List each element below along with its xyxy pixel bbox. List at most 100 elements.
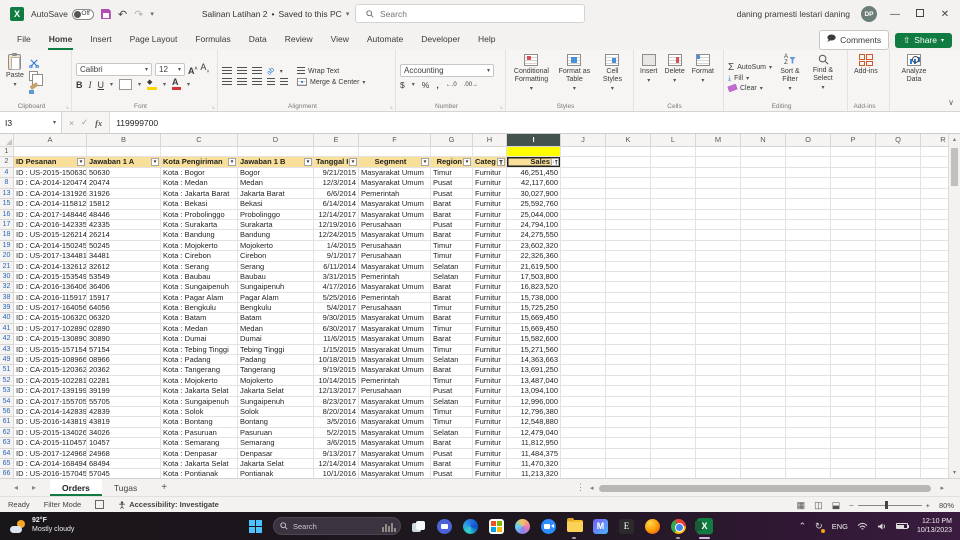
sheet-tab-tugas[interactable]: Tugas — [102, 479, 149, 496]
cell[interactable]: Medan — [238, 178, 314, 189]
cell[interactable] — [161, 147, 238, 157]
cell[interactable] — [921, 230, 948, 241]
cell[interactable]: 55705 — [87, 396, 161, 407]
tab-view[interactable]: View — [322, 28, 358, 50]
filter-dropdown-icon[interactable]: ▾ — [304, 158, 312, 166]
cell[interactable] — [696, 271, 741, 283]
column-header-O[interactable]: O — [786, 134, 831, 147]
cell[interactable] — [876, 469, 921, 478]
cell[interactable] — [786, 219, 831, 231]
cell[interactable]: Pusat — [431, 469, 473, 478]
cell[interactable] — [786, 396, 831, 407]
cell[interactable] — [876, 157, 921, 168]
cell[interactable] — [651, 438, 696, 449]
tab-scrollbar-splitter-icon[interactable]: ⋮ — [576, 482, 585, 493]
cell[interactable]: 32612 — [87, 261, 161, 272]
cell[interactable]: ID : US-2016-143819 — [14, 417, 87, 428]
cell[interactable]: ID : CA-2017-139199 — [14, 386, 87, 397]
font-size-select[interactable]: 12 ▾ — [155, 63, 185, 76]
cell[interactable]: 12,796,380 — [507, 406, 561, 418]
cell[interactable]: 12/19/2016 — [314, 219, 359, 231]
cell[interactable]: Masyarakat Umum — [359, 313, 431, 324]
wifi-icon[interactable] — [857, 522, 868, 531]
scroll-down-icon[interactable]: ▾ — [949, 469, 960, 476]
cell[interactable] — [651, 292, 696, 304]
cell[interactable] — [831, 292, 876, 304]
cell[interactable] — [921, 189, 948, 200]
cell[interactable]: Barat — [431, 365, 473, 376]
cell[interactable]: Kota : Sungaipenuh — [161, 396, 238, 407]
cell[interactable]: Perusahaan — [359, 240, 431, 252]
cell[interactable] — [831, 438, 876, 449]
cell[interactable]: Masyarakat Umum — [359, 448, 431, 459]
tab-data[interactable]: Data — [240, 28, 276, 50]
cell[interactable] — [786, 230, 831, 241]
horizontal-scroll-thumb[interactable] — [598, 484, 932, 492]
cell[interactable] — [741, 355, 786, 366]
copilot-button[interactable] — [514, 518, 531, 535]
cell[interactable] — [831, 178, 876, 189]
cell[interactable] — [921, 178, 948, 189]
cell[interactable]: Padang — [238, 355, 314, 366]
cell[interactable]: Furnitur — [473, 303, 507, 314]
cell[interactable]: 02281 — [87, 375, 161, 387]
cell[interactable]: 48446 — [87, 209, 161, 220]
cell[interactable] — [921, 428, 948, 439]
cell[interactable]: Barat — [431, 209, 473, 220]
cell[interactable]: ID : US-2015-150630 — [14, 168, 87, 179]
cell[interactable]: Perusahaan — [359, 303, 431, 314]
cell[interactable]: 11/6/2015 — [314, 334, 359, 345]
cell[interactable]: ID : US-2017-102890 — [14, 323, 87, 335]
cell[interactable]: Pontianak — [238, 469, 314, 478]
cell[interactable] — [921, 355, 948, 366]
chat-button[interactable] — [436, 518, 453, 535]
cell[interactable] — [651, 469, 696, 478]
cell[interactable]: Timur — [431, 406, 473, 418]
cell[interactable]: Masyarakat Umum — [359, 417, 431, 428]
cell[interactable] — [876, 292, 921, 304]
number-format-select[interactable]: Accounting ▾ — [400, 63, 494, 77]
cell[interactable]: Kota : Medan — [161, 323, 238, 335]
cell[interactable]: 68494 — [87, 458, 161, 470]
cell[interactable] — [921, 469, 948, 478]
cell[interactable] — [651, 313, 696, 324]
cell[interactable]: Barat — [431, 438, 473, 449]
cell[interactable]: Timur — [431, 240, 473, 252]
cell[interactable]: 1/15/2015 — [314, 344, 359, 356]
cell[interactable]: Solok — [238, 406, 314, 418]
cell[interactable]: Furnitur — [473, 251, 507, 262]
cell[interactable]: 31926 — [87, 188, 161, 200]
align-right-icon[interactable] — [252, 78, 262, 86]
row-header-18[interactable]: 18 — [0, 230, 14, 241]
cell[interactable]: Selatan — [431, 271, 473, 283]
cell[interactable] — [741, 188, 786, 200]
table-header-E[interactable]: Tanggal Kir▾ — [314, 157, 359, 168]
cell[interactable] — [741, 469, 786, 478]
cell[interactable]: Perusahaan — [359, 386, 431, 397]
cell[interactable] — [786, 271, 831, 283]
cell[interactable]: Masyarakat Umum — [359, 458, 431, 470]
cell[interactable]: Kota : Pasuruan — [161, 427, 238, 439]
cell[interactable] — [921, 241, 948, 252]
cell[interactable]: Furnitur — [473, 188, 507, 200]
zoom-in-icon[interactable]: + — [926, 501, 930, 510]
cell[interactable] — [741, 157, 786, 168]
cell[interactable]: 39199 — [87, 386, 161, 397]
cell[interactable] — [786, 458, 831, 470]
column-header-I[interactable]: I — [507, 134, 561, 147]
cell[interactable] — [741, 303, 786, 314]
comments-button[interactable]: 🗩 Comments — [818, 30, 890, 50]
cell[interactable]: Kota : Semarang — [161, 438, 238, 449]
cell[interactable]: 23,602,320 — [507, 240, 561, 252]
cell[interactable]: 6/11/2014 — [314, 261, 359, 272]
cell[interactable]: Barat — [431, 313, 473, 324]
redo-button[interactable]: ↷ — [134, 8, 143, 21]
font-name-select[interactable]: Calibri ▾ — [76, 63, 152, 76]
cell[interactable] — [741, 438, 786, 449]
cell[interactable] — [876, 427, 921, 439]
cell[interactable] — [696, 406, 741, 418]
cell[interactable] — [606, 261, 651, 272]
cell[interactable] — [831, 386, 876, 397]
cell[interactable]: Masyarakat Umum — [359, 438, 431, 449]
cell[interactable] — [741, 147, 786, 157]
